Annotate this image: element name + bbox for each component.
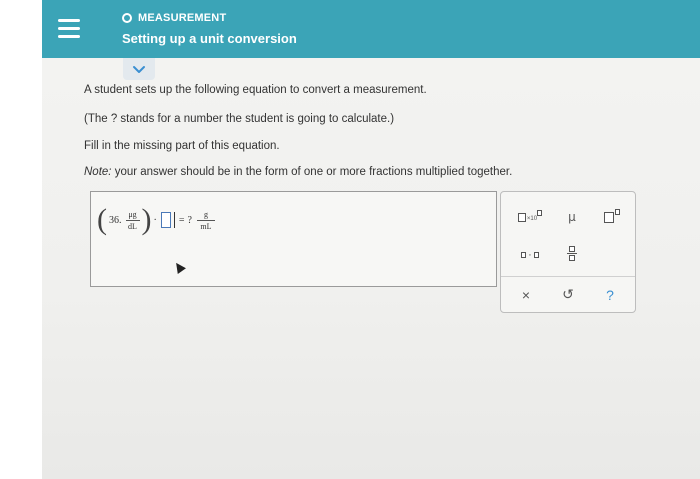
result-numerator: g: [203, 209, 208, 219]
multiply-button[interactable]: ·: [513, 244, 547, 266]
answer-slot[interactable]: [159, 212, 176, 228]
prompt-line-1: A student sets up the following equation…: [84, 84, 427, 96]
left-strip: [0, 0, 42, 479]
prompt-note: Note: your answer should be in the form …: [84, 166, 512, 178]
help-button[interactable]: ?: [593, 284, 627, 306]
square-placeholder-icon: [517, 212, 526, 222]
right-paren: ): [141, 203, 152, 236]
equation: ( 36. μg dL ) · = ? g mL: [97, 202, 217, 238]
x10-label: ×10: [526, 215, 538, 222]
prompt-line-3: Fill in the missing part of this equatio…: [84, 140, 280, 152]
prompt-line-2: (The ? stands for a number the student i…: [84, 113, 395, 125]
note-label: Note:: [84, 166, 112, 178]
page-title: Setting up a unit conversion: [122, 31, 297, 46]
denominator-placeholder-icon: [569, 254, 575, 261]
menu-icon-line: [58, 34, 80, 38]
menu-icon-line: [58, 26, 80, 30]
chevron-down-icon: [133, 65, 145, 73]
left-paren: (: [97, 203, 107, 236]
fraction-button[interactable]: [555, 242, 589, 264]
multiply-dot-label: ·: [528, 249, 532, 261]
unit-fraction: μg dL: [125, 209, 140, 231]
unknown-mark: ?: [187, 214, 192, 226]
superscript-button[interactable]: [595, 206, 629, 228]
topic-circle-icon: [122, 13, 132, 23]
mu-button[interactable]: μ: [555, 206, 589, 228]
header-bar: [42, 0, 700, 58]
fraction-bar-icon: [567, 252, 577, 254]
topic-row: MEASUREMENT: [122, 12, 226, 24]
answer-input-slot[interactable]: [160, 212, 171, 228]
note-text: your answer should be in the form of one…: [111, 166, 513, 178]
superscript-placeholder-icon: [615, 209, 620, 215]
topic-label: MEASUREMENT: [138, 12, 227, 24]
scientific-notation-button[interactable]: ×10: [513, 206, 547, 228]
numerator-placeholder-icon: [569, 245, 575, 252]
equals-sign: =: [178, 214, 185, 226]
menu-button[interactable]: [58, 14, 86, 42]
math-palette: ×10 μ · × ↺ ?: [500, 191, 636, 313]
result-denominator: mL: [200, 221, 212, 231]
left-operand-icon: [521, 252, 527, 258]
unit-denominator: dL: [128, 221, 137, 231]
menu-icon-line: [58, 18, 80, 22]
exponent-placeholder-icon: [537, 210, 543, 216]
coefficient: 36.: [109, 214, 122, 226]
result-fraction: g mL: [196, 209, 215, 231]
text-cursor: [173, 212, 175, 228]
unit-numerator: μg: [128, 209, 137, 219]
answer-box[interactable]: ( 36. μg dL ) · = ? g mL: [90, 191, 497, 287]
undo-button[interactable]: ↺: [551, 284, 585, 306]
palette-divider: [501, 276, 635, 277]
collapse-button[interactable]: [123, 58, 155, 80]
base-placeholder-icon: [604, 211, 614, 223]
clear-button[interactable]: ×: [509, 284, 543, 306]
multiply-dot: ·: [153, 214, 157, 226]
right-operand-icon: [533, 252, 539, 258]
